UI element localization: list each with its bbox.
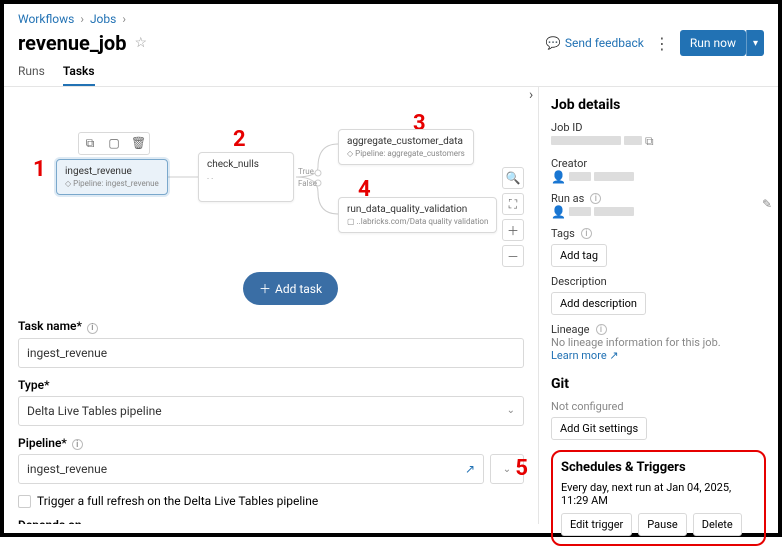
task-node-ingest-revenue[interactable]: ingest_revenue ◇ Pipeline: ingest_revenu…: [56, 159, 168, 195]
fullscreen-icon[interactable]: ⛶: [502, 193, 524, 215]
tab-bar: Runs Tasks: [4, 56, 778, 87]
pipeline-select[interactable]: ingest_revenue↗: [18, 454, 484, 484]
user-icon: 👤: [551, 205, 566, 219]
checkbox-icon: [18, 495, 31, 508]
creator-label: Creator: [551, 157, 766, 170]
user-icon: 👤: [551, 170, 566, 184]
canvas-tools: 🔍 ⛶ ＋ －: [502, 167, 524, 267]
node-toolbar: ⧉ ▢ 🗑: [78, 132, 150, 155]
edge-label-true: True: [298, 167, 314, 176]
schedules-triggers-section: Schedules & Triggers Every day, next run…: [551, 450, 766, 546]
annotation-2: 2: [233, 127, 246, 152]
info-icon[interactable]: i: [87, 323, 98, 334]
schedule-text: Every day, next run at Jan 04, 2025, 11:…: [561, 481, 756, 507]
add-description-button[interactable]: Add description: [551, 292, 646, 315]
lineage-label: Lineage i: [551, 323, 766, 336]
copy-icon[interactable]: ⧉: [645, 134, 654, 148]
job-id-label: Job ID: [551, 121, 766, 134]
learn-more-link[interactable]: Learn more ↗: [551, 349, 766, 362]
send-feedback-link[interactable]: 💬 Send feedback: [546, 36, 644, 50]
task-node-aggregate-customer-data[interactable]: aggregate_customer_data ◇ Pipeline: aggr…: [338, 129, 474, 165]
add-git-button[interactable]: Add Git settings: [551, 417, 647, 440]
full-refresh-checkbox[interactable]: Trigger a full refresh on the Delta Live…: [18, 494, 524, 508]
star-icon[interactable]: ☆: [134, 35, 147, 51]
annotation-1: 1: [33, 157, 46, 182]
clone-icon[interactable]: ▢: [107, 136, 121, 151]
tags-label: Tags i: [551, 227, 766, 240]
edge-label-false: False: [298, 179, 317, 188]
add-tag-button[interactable]: Add tag: [551, 244, 607, 267]
git-title: Git: [551, 376, 766, 392]
description-label: Description: [551, 275, 766, 288]
info-icon[interactable]: i: [596, 324, 607, 335]
lineage-text: No lineage information for this job.: [551, 336, 766, 349]
type-select[interactable]: Delta Live Tables pipeline⌄: [18, 396, 524, 426]
zoom-in-icon[interactable]: ＋: [502, 219, 524, 241]
edit-trigger-button[interactable]: Edit trigger: [561, 513, 632, 536]
delete-icon[interactable]: 🗑: [131, 136, 145, 151]
pipeline-label: Pipeline* i: [18, 436, 524, 451]
info-icon[interactable]: i: [590, 193, 601, 204]
run-now-button[interactable]: Run now: [680, 30, 746, 56]
add-task-button[interactable]: ＋ Add task: [243, 272, 338, 305]
git-status: Not configured: [551, 400, 766, 413]
tab-tasks[interactable]: Tasks: [63, 64, 95, 86]
type-label: Type*: [18, 378, 524, 392]
breadcrumb-workflows[interactable]: Workflows: [18, 12, 74, 26]
task-name-label: Task name* i: [18, 319, 524, 334]
task-node-check-nulls[interactable]: check_nulls . .: [198, 152, 294, 202]
task-node-run-data-quality[interactable]: run_data_quality_validation ▢ ..labricks…: [338, 197, 497, 233]
page-title: revenue_job: [18, 31, 126, 55]
info-icon[interactable]: i: [72, 439, 83, 450]
schedules-title: Schedules & Triggers: [561, 460, 756, 475]
breadcrumb-jobs[interactable]: Jobs: [90, 12, 116, 26]
job-details-title: Job details: [551, 97, 766, 113]
collapse-panel-icon[interactable]: ›: [529, 87, 533, 103]
edit-icon[interactable]: ✎: [762, 197, 772, 211]
task-name-input[interactable]: ingest_revenue: [18, 338, 524, 368]
chat-icon: 💬: [546, 36, 561, 50]
breadcrumb: Workflows › Jobs ›: [18, 12, 764, 26]
depends-on-label: Depends on: [18, 518, 524, 524]
delete-button[interactable]: Delete: [693, 513, 742, 536]
kebab-menu-icon[interactable]: ⋮: [654, 34, 670, 53]
copy-icon[interactable]: ⧉: [83, 136, 97, 151]
run-now-dropdown[interactable]: ▾: [746, 30, 764, 56]
search-icon[interactable]: 🔍: [502, 167, 524, 189]
zoom-out-icon[interactable]: －: [502, 245, 524, 267]
task-graph-canvas[interactable]: 1 2 3 4 ⧉ ▢ 🗑 ingest_revenue ◇ Pipeline:…: [18, 97, 524, 297]
tab-runs[interactable]: Runs: [18, 64, 45, 86]
annotation-5: 5: [515, 456, 528, 481]
pause-button[interactable]: Pause: [638, 513, 686, 536]
info-icon[interactable]: i: [581, 228, 592, 239]
runas-label: Run as i: [551, 192, 766, 205]
